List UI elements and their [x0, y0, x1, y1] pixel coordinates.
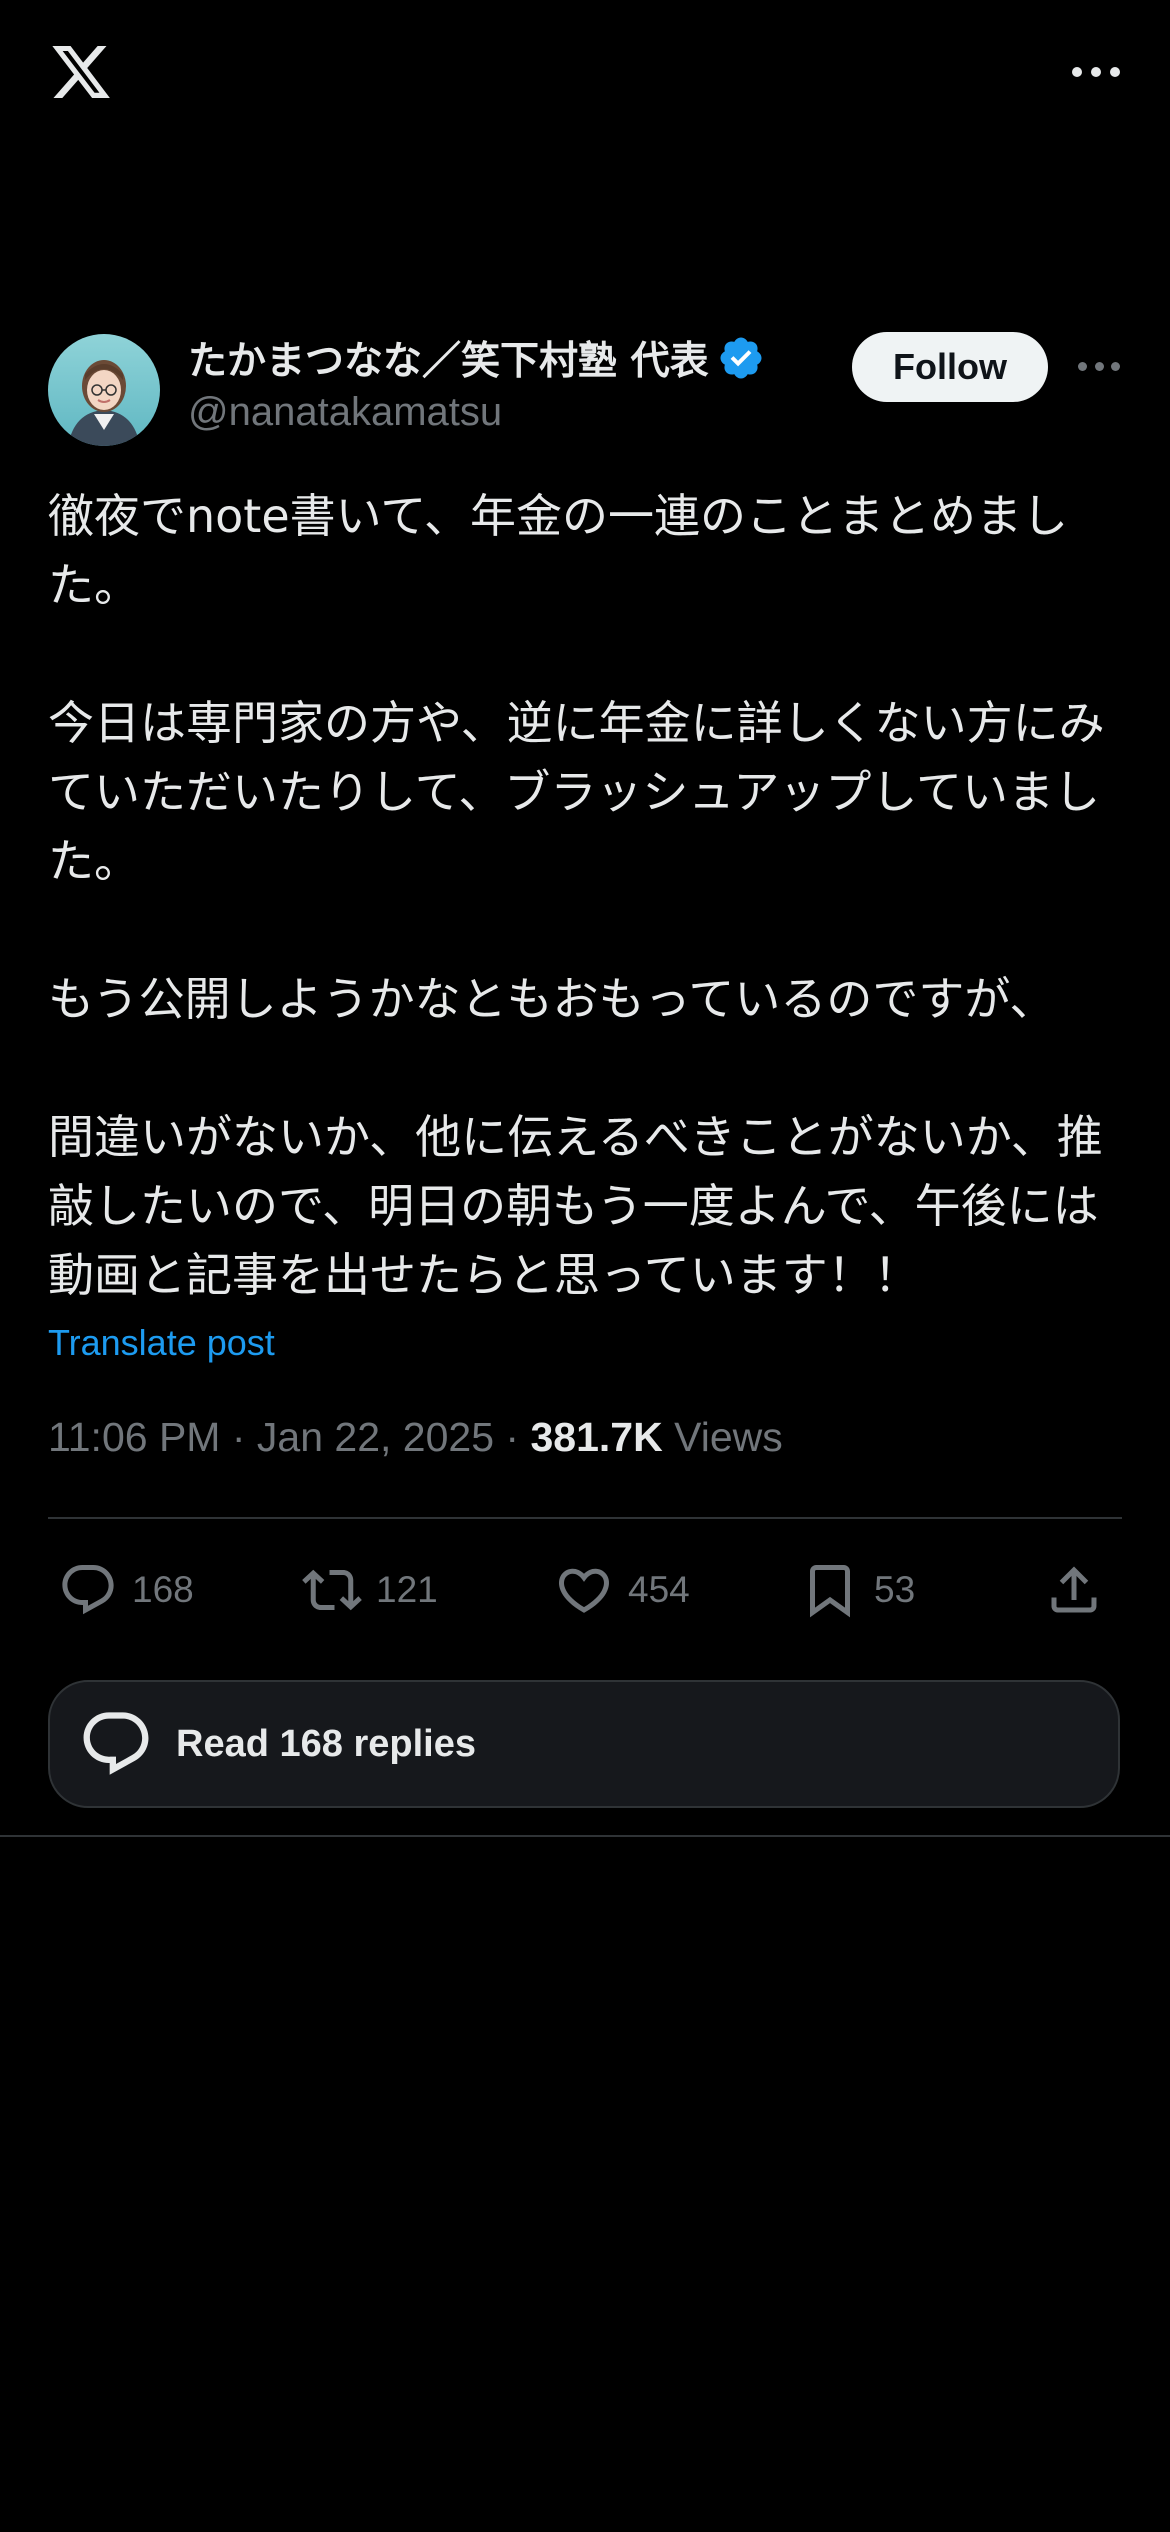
- post-time[interactable]: 11:06 PM: [48, 1414, 220, 1460]
- display-name-row[interactable]: たかまつなな／笑下村塾 代表: [188, 330, 765, 386]
- dot: [1111, 361, 1120, 371]
- post-paragraph: 間違いがないか、他に伝えるべきことがないか、推敲したいので、明日の朝もう一度よん…: [48, 1110, 1103, 1302]
- post-paragraph: 徹夜でnote書いて、年金の一連のことまとめました。: [48, 489, 1068, 612]
- action-bar: 168 121 454 53: [48, 1550, 1122, 1630]
- dot: [1091, 67, 1101, 77]
- display-name[interactable]: たかまつなな／笑下村塾 代表: [188, 330, 709, 386]
- post-more-options-icon[interactable]: [1078, 360, 1120, 372]
- reply-count: 168: [132, 1569, 194, 1610]
- top-bar: [0, 0, 1170, 150]
- post-text: 徹夜でnote書いて、年金の一連のことまとめました。 今日は専門家の方や、逆に年…: [48, 482, 1128, 1310]
- dot: [1078, 361, 1087, 371]
- read-replies-button[interactable]: Read 168 replies: [48, 1680, 1120, 1808]
- like-count: 454: [628, 1569, 690, 1610]
- divider: [48, 1517, 1122, 1519]
- reply-button[interactable]: 168: [58, 1550, 194, 1630]
- dot: [1072, 67, 1082, 77]
- views-count[interactable]: 381.7K: [530, 1414, 662, 1460]
- share-button[interactable]: [1044, 1550, 1104, 1630]
- author-handle[interactable]: @nanatakamatsu: [188, 390, 502, 435]
- bookmark-button[interactable]: 53: [800, 1550, 915, 1630]
- divider: [0, 1835, 1170, 1837]
- translate-post-link[interactable]: Translate post: [48, 1322, 275, 1364]
- heart-icon: [558, 1568, 610, 1613]
- post-header: たかまつなな／笑下村塾 代表 @nanatakamatsu Follow: [48, 330, 1122, 450]
- post-metadata: 11:06 PM · Jan 22, 2025 · 381.7K Views: [48, 1414, 783, 1461]
- bookmark-icon: [810, 1565, 850, 1618]
- reply-icon: [62, 1565, 114, 1615]
- dot: [1094, 361, 1104, 371]
- avatar-image: [48, 334, 160, 446]
- like-button[interactable]: 454: [554, 1550, 690, 1630]
- more-options-icon[interactable]: [1072, 58, 1120, 86]
- repost-button[interactable]: 121: [302, 1550, 438, 1630]
- reply-icon: [83, 1712, 149, 1775]
- x-logo-icon[interactable]: [48, 40, 114, 104]
- dot: [1110, 67, 1120, 77]
- separator: ·: [505, 1414, 520, 1460]
- bookmark-count: 53: [874, 1569, 916, 1610]
- views-label[interactable]: Views: [674, 1414, 783, 1460]
- repost-icon: [302, 1569, 362, 1611]
- repost-count: 121: [376, 1569, 438, 1610]
- post-paragraph: 今日は専門家の方や、逆に年金に詳しくない方にみていただいたりして、ブラッシュアッ…: [48, 696, 1105, 888]
- read-replies-label: Read 168 replies: [176, 1722, 476, 1765]
- verified-badge-icon[interactable]: [717, 334, 765, 382]
- follow-button[interactable]: Follow: [852, 332, 1048, 402]
- separator: ·: [231, 1414, 246, 1460]
- post-date[interactable]: Jan 22, 2025: [257, 1414, 494, 1460]
- post-paragraph: もう公開しようかなともおもっているのですが、: [48, 972, 1056, 1026]
- avatar[interactable]: [48, 334, 160, 446]
- share-icon: [1051, 1566, 1097, 1613]
